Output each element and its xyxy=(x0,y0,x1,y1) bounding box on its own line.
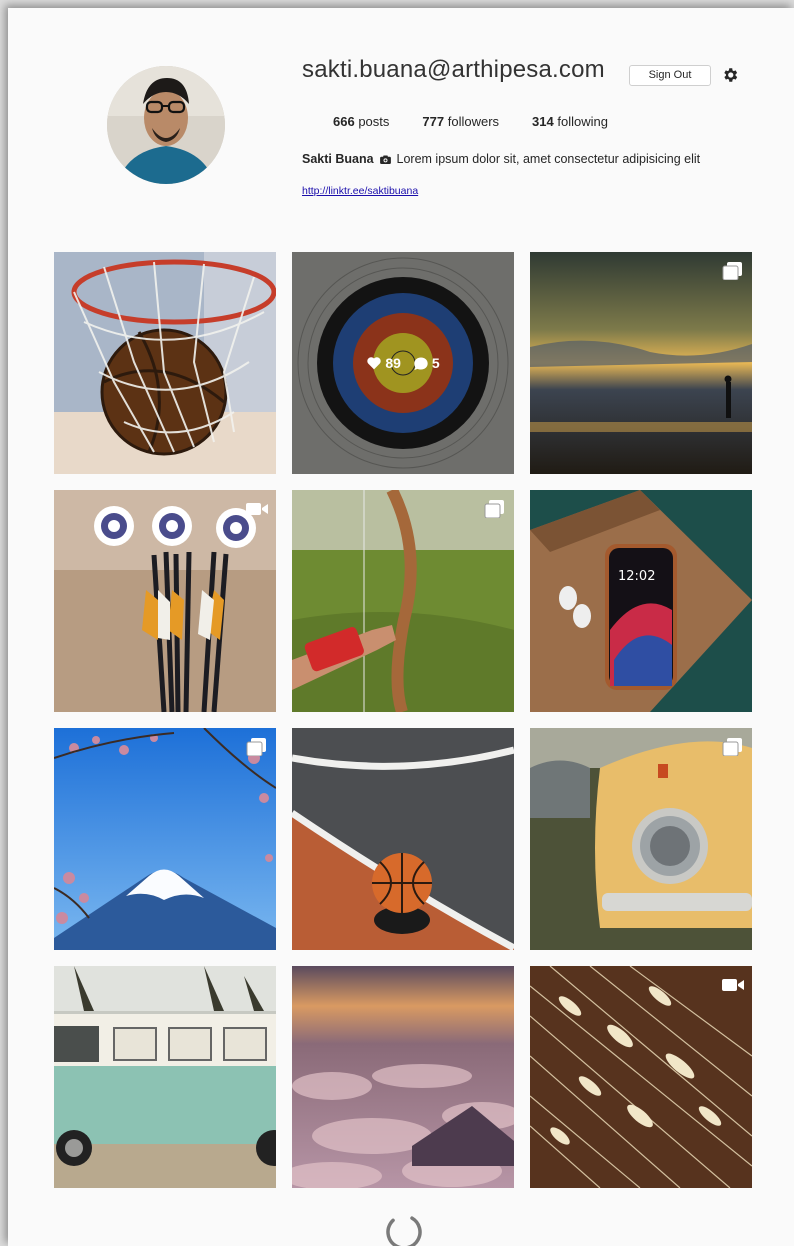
post-image-vw-bus xyxy=(54,966,276,1188)
post-image-bow-archer xyxy=(292,490,514,712)
profile-bio: Sakti Buana Lorem ipsum dolor sit, amet … xyxy=(302,152,700,166)
stat-followers[interactable]: 777 followers xyxy=(422,114,499,129)
comments-count: 5 xyxy=(431,355,440,371)
followers-count: 777 xyxy=(422,114,445,129)
camera-icon xyxy=(380,155,391,164)
post-tile[interactable] xyxy=(292,490,514,712)
stat-posts[interactable]: 666 posts xyxy=(333,114,389,129)
post-tile[interactable] xyxy=(54,966,276,1188)
post-image-yellow-beetle xyxy=(530,728,752,950)
post-tile[interactable]: 12:02 xyxy=(530,490,752,712)
posts-count: 666 xyxy=(333,114,355,129)
post-tile[interactable] xyxy=(54,252,276,474)
sign-out-button[interactable]: Sign Out xyxy=(629,65,711,86)
profile-stats: 666 posts 777 followers 314 following xyxy=(333,114,641,129)
carousel-icon xyxy=(722,262,742,280)
profile-username: sakti.buana@arthipesa.com xyxy=(302,56,605,83)
comments-stat: 5 xyxy=(413,355,440,371)
post-tile[interactable] xyxy=(530,728,752,950)
post-tile[interactable]: 89 5 xyxy=(292,252,514,474)
post-tile[interactable] xyxy=(292,966,514,1188)
carousel-icon xyxy=(246,738,266,756)
phone-clock: 12:02 xyxy=(618,569,655,584)
gear-icon[interactable] xyxy=(721,66,739,84)
video-camera-icon xyxy=(722,979,744,991)
profile-link[interactable]: http://linktr.ee/saktibuana xyxy=(302,185,418,197)
post-image-basketball-court xyxy=(292,728,514,950)
post-image-sunset-archer xyxy=(530,252,752,474)
bio-text: Lorem ipsum dolor sit, amet consectetur … xyxy=(396,152,701,166)
comment-bubble-icon xyxy=(414,357,428,370)
post-image-basketball-hoop xyxy=(54,252,276,474)
carousel-icon xyxy=(484,500,504,518)
following-count: 314 xyxy=(532,114,554,129)
stat-following[interactable]: 314 following xyxy=(532,114,608,129)
posts-label: posts xyxy=(358,114,390,129)
post-hover-overlay: 89 5 xyxy=(292,252,514,474)
post-image-clouds-sunset xyxy=(292,966,514,1188)
video-camera-icon xyxy=(246,503,268,515)
post-tile[interactable] xyxy=(530,966,752,1188)
post-image-mount-fuji xyxy=(54,728,276,950)
likes-stat: 89 xyxy=(366,355,401,371)
post-image-arrows xyxy=(54,490,276,712)
heart-icon xyxy=(367,357,382,370)
profile-page: sakti.buana@arthipesa.com Sign Out 666 p… xyxy=(8,8,794,1246)
followers-label: followers xyxy=(447,114,500,129)
full-name: Sakti Buana xyxy=(302,152,374,166)
post-tile[interactable] xyxy=(292,728,514,950)
post-image-dry-grass xyxy=(530,966,752,1188)
following-label: following xyxy=(557,114,608,129)
avatar[interactable] xyxy=(107,66,225,184)
posts-grid: 89 5 12:02 xyxy=(54,252,752,1188)
post-image-phone-airpods: 12:02 xyxy=(530,490,752,712)
post-tile[interactable] xyxy=(54,490,276,712)
post-tile[interactable] xyxy=(530,252,752,474)
carousel-icon xyxy=(722,738,742,756)
likes-count: 89 xyxy=(385,355,401,371)
loading-spinner-icon xyxy=(386,1214,422,1246)
post-tile[interactable] xyxy=(54,728,276,950)
